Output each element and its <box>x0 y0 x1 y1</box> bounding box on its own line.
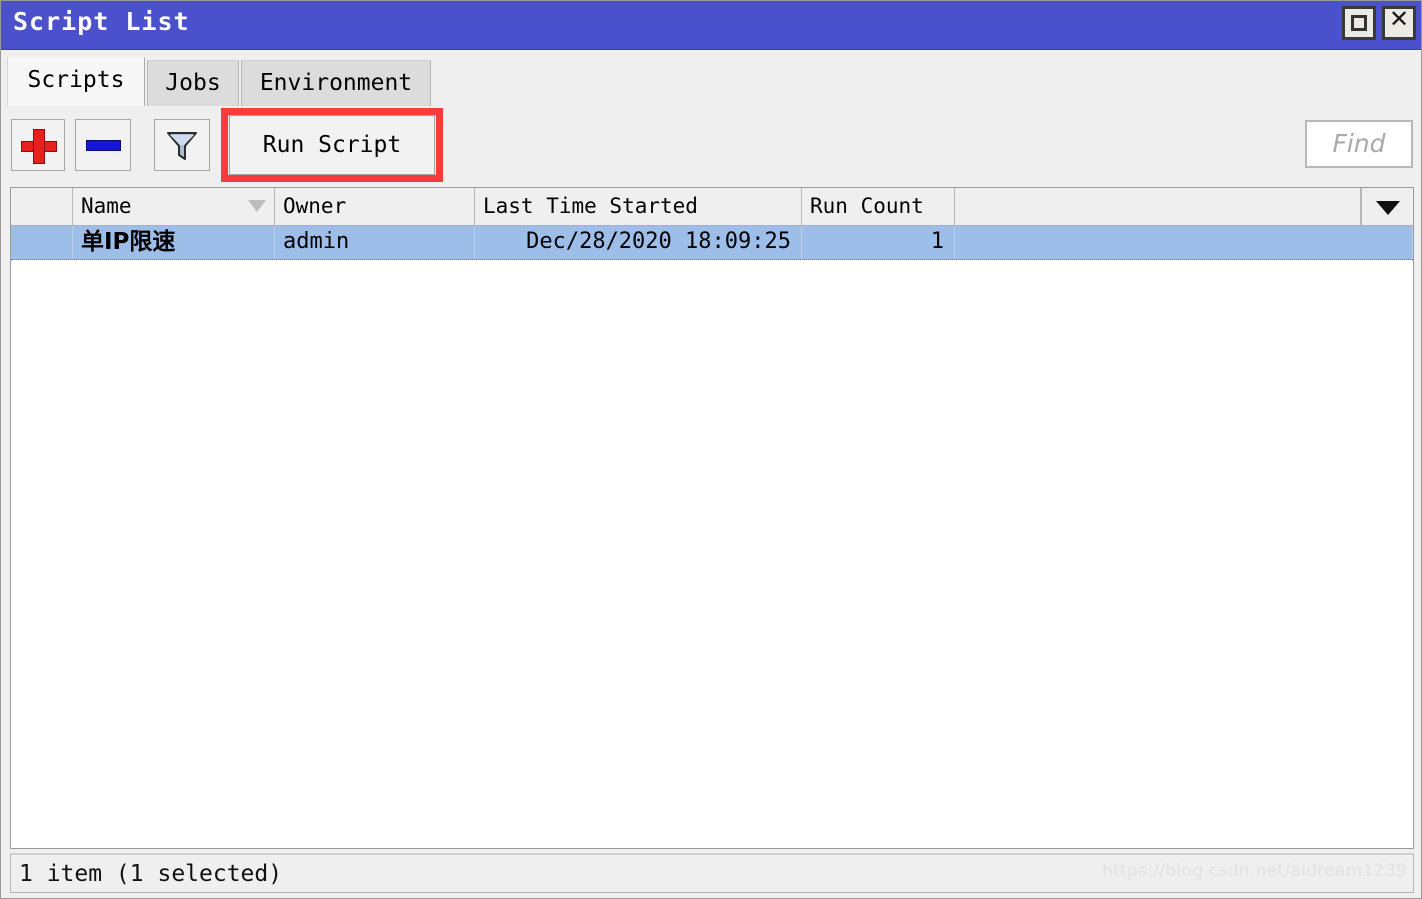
close-button[interactable]: ✕ <box>1382 5 1416 40</box>
tab-scripts[interactable]: Scripts <box>7 57 145 106</box>
filter-button[interactable] <box>154 119 210 171</box>
cell-flag <box>11 226 73 259</box>
window-title: Script List <box>13 7 190 36</box>
add-button[interactable] <box>11 119 65 171</box>
close-icon: ✕ <box>1388 5 1410 33</box>
status-text: 1 item (1 selected) <box>19 861 283 887</box>
run-script-button[interactable]: Run Script <box>229 115 435 175</box>
column-header-run-count[interactable]: Run Count <box>802 188 955 225</box>
cell-spare <box>955 226 1413 259</box>
column-header-flag[interactable] <box>11 188 73 225</box>
status-bar: 1 item (1 selected) https://blog.csdn.ne… <box>10 853 1414 893</box>
watermark: https://blog.csdn.net/aidream1239 <box>1102 861 1407 881</box>
column-header-owner[interactable]: Owner <box>275 188 475 225</box>
column-header-run-count-label: Run Count <box>810 194 924 218</box>
script-table: Name Owner Last Time Started Run Count 单… <box>10 187 1414 849</box>
tab-jobs[interactable]: Jobs <box>147 60 239 106</box>
table-header-row: Name Owner Last Time Started Run Count <box>11 188 1413 226</box>
column-header-last-time-started-label: Last Time Started <box>483 194 698 218</box>
column-header-spare[interactable] <box>955 188 1361 225</box>
tab-environment[interactable]: Environment <box>241 60 431 106</box>
table-empty-area <box>11 260 1413 848</box>
find-input[interactable]: Find <box>1305 120 1413 168</box>
title-bar: Script List ✕ <box>1 1 1421 50</box>
sort-descending-icon <box>248 200 266 212</box>
column-chooser-button[interactable] <box>1361 188 1413 225</box>
cell-last-time-started: Dec/28/2020 18:09:25 <box>475 226 802 259</box>
script-list-window: Script List ✕ Scripts Jobs Environment R… <box>0 0 1422 899</box>
plus-icon-vertical <box>33 129 45 164</box>
run-script-label: Run Script <box>262 132 402 158</box>
column-header-name[interactable]: Name <box>73 188 275 225</box>
column-header-last-time-started[interactable]: Last Time Started <box>475 188 802 225</box>
cell-owner: admin <box>275 226 475 259</box>
cell-name: 单IP限速 <box>73 226 275 259</box>
table-row[interactable]: 单IP限速 admin Dec/28/2020 18:09:25 1 <box>11 226 1413 260</box>
column-header-owner-label: Owner <box>283 194 347 218</box>
find-placeholder: Find <box>1332 129 1386 158</box>
restore-icon <box>1351 15 1367 31</box>
column-header-name-label: Name <box>81 194 132 218</box>
minus-icon <box>86 140 121 151</box>
chevron-down-icon <box>1376 201 1400 215</box>
tab-scripts-label: Scripts <box>27 67 125 93</box>
window-controls: ✕ <box>1342 5 1416 40</box>
remove-button[interactable] <box>75 119 131 171</box>
toolbar: Run Script Find <box>1 106 1421 186</box>
restore-button[interactable] <box>1342 6 1376 40</box>
cell-run-count: 1 <box>802 226 955 259</box>
funnel-icon <box>167 132 197 160</box>
tab-strip: Scripts Jobs Environment <box>1 50 1421 106</box>
tab-jobs-label: Jobs <box>165 70 221 96</box>
tab-environment-label: Environment <box>259 70 413 96</box>
